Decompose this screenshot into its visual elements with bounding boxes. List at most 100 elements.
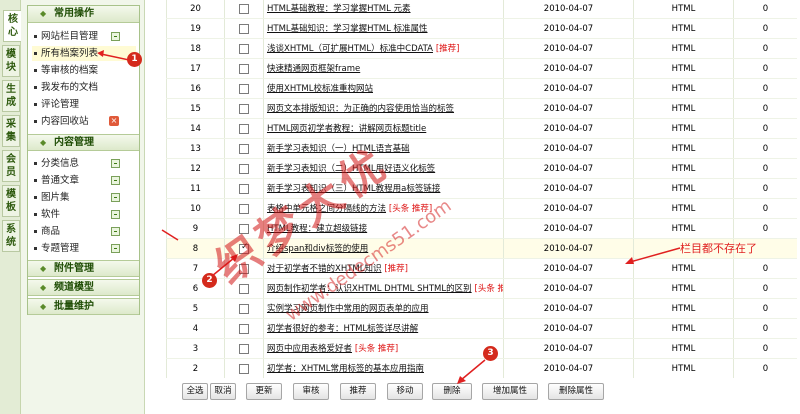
recommend-button[interactable]: 推荐 — [340, 383, 376, 400]
section-header-attachments[interactable]: ◆ 附件管理 — [28, 260, 139, 277]
sidebar-item-category[interactable]: 分类信息 — [32, 156, 136, 171]
row-count: 0 — [733, 119, 797, 140]
section-header-content[interactable]: ◆ 内容管理 — [28, 134, 139, 151]
sidebar-item-software[interactable]: 软件 — [32, 207, 136, 222]
section-header-channel-model[interactable]: ◆ 频道模型 — [28, 279, 139, 296]
row-title-link[interactable]: 浅谈XHTML（可扩展HTML）标准中CDATA — [267, 44, 433, 54]
row-checkbox-cell — [224, 59, 263, 80]
row-id: 10 — [166, 199, 224, 220]
tab-core[interactable]: 核心 — [3, 10, 22, 42]
row-checkbox[interactable] — [239, 64, 249, 74]
chevron-down-icon: ◆ — [40, 264, 47, 273]
row-type: HTML — [633, 79, 733, 100]
row-checkbox[interactable] — [239, 364, 249, 374]
tab-label: 核心 — [8, 14, 18, 38]
row-checkbox[interactable] — [239, 104, 249, 114]
row-checkbox[interactable] — [239, 164, 249, 174]
sidebar-item-topics[interactable]: 专题管理 — [32, 241, 136, 256]
row-title-link[interactable]: HTML基础教程：学习掌握HTML 元素 — [267, 4, 411, 14]
table-row: 3 网页中应用表格爱好者 [头条 推荐] 2010-04-07 HTML 0 — [166, 338, 797, 360]
row-date: 2010-04-07 — [503, 179, 633, 200]
vertical-tab-bar: 核心 模块 生成 采集 会员 模板 系统 — [0, 0, 22, 414]
section-title: 常用操作 — [54, 8, 94, 19]
move-button[interactable]: 移动 — [387, 383, 423, 400]
plus-icon[interactable] — [111, 193, 120, 202]
row-checkbox-cell — [224, 0, 263, 20]
row-checkbox[interactable] — [239, 124, 249, 134]
sidebar-item-images[interactable]: 图片集 — [32, 190, 136, 205]
row-checkbox[interactable] — [239, 24, 249, 34]
plus-icon[interactable] — [111, 159, 120, 168]
add-attribute-button[interactable]: 增加属性 — [482, 383, 538, 400]
row-title-link[interactable]: 使用XHTML校标准重构网站 — [267, 84, 373, 94]
sidebar-item-columns[interactable]: 网站栏目管理 — [32, 29, 136, 44]
row-title-cell: 网页中应用表格爱好者 [头条 推荐] — [263, 339, 503, 360]
sidebar-item-label: 商品 — [41, 226, 61, 237]
review-button[interactable]: 审核 — [293, 383, 329, 400]
row-checkbox[interactable] — [239, 304, 249, 314]
row-title-link[interactable]: 初学者：XHTML常用标签的基本应用指南 — [267, 364, 424, 374]
annotation-note: 栏目都不存在了 — [680, 242, 757, 255]
tab-collect[interactable]: 采集 — [2, 115, 20, 147]
table-row: 5 实例学习网页制作中常用的网页表单的应用 2010-04-07 HTML 0 — [166, 298, 797, 320]
row-count: 0 — [733, 39, 797, 60]
section-header-common[interactable]: ◆ 常用操作 — [28, 6, 139, 23]
update-button[interactable]: 更新 — [246, 383, 282, 400]
sidebar-item-goods[interactable]: 商品 — [32, 224, 136, 239]
tab-member[interactable]: 会员 — [2, 150, 20, 182]
tab-system[interactable]: 系统 — [2, 220, 20, 252]
row-checkbox[interactable] — [239, 44, 249, 54]
tab-module[interactable]: 模块 — [2, 45, 20, 77]
row-type: HTML — [633, 99, 733, 120]
row-title-link[interactable]: HTML网页初学者教程：讲解网页标题title — [267, 124, 426, 134]
row-title-link[interactable]: 网页中应用表格爱好者 — [267, 344, 352, 354]
chevron-down-icon: ◆ — [40, 283, 47, 292]
table-row: 4 初学者很好的参考：HTML标签详尽讲解 2010-04-07 HTML 0 — [166, 318, 797, 340]
row-checkbox[interactable] — [239, 324, 249, 334]
row-title-link[interactable]: 网页制作初学者：认识XHTML DHTML SHTML的区别 — [267, 284, 472, 294]
row-title-cell: 浅谈XHTML（可扩展HTML）标准中CDATA [推荐] — [263, 39, 503, 60]
sidebar-item-comments[interactable]: 评论管理 — [32, 97, 136, 112]
row-checkbox[interactable] — [239, 344, 249, 354]
row-id: 2 — [166, 359, 224, 380]
row-checkbox-cell — [224, 19, 263, 40]
row-checkbox[interactable] — [239, 144, 249, 154]
close-icon[interactable]: × — [109, 116, 119, 126]
row-title-cell: 使用XHTML校标准重构网站 — [263, 79, 503, 100]
row-checkbox[interactable] — [239, 184, 249, 194]
arrow-icon — [457, 359, 486, 384]
section-header-batch[interactable]: ◆ 批量维护 — [28, 298, 139, 315]
plus-icon[interactable] — [111, 244, 120, 253]
row-date: 2010-04-07 — [503, 139, 633, 160]
sidebar-item-article[interactable]: 普通文章 — [32, 173, 136, 188]
tab-template[interactable]: 模板 — [2, 185, 20, 217]
select-all-button[interactable]: 全选 — [182, 383, 208, 400]
section-title: 批量维护 — [54, 301, 94, 312]
delete-attribute-button[interactable]: 删除属性 — [548, 383, 604, 400]
row-count: 0 — [733, 219, 797, 240]
plus-icon[interactable] — [111, 176, 120, 185]
plus-icon[interactable] — [111, 210, 120, 219]
row-title-link[interactable]: 初学者很好的参考：HTML标签详尽讲解 — [267, 324, 418, 334]
row-id: 13 — [166, 139, 224, 160]
sidebar-item-my-docs[interactable]: 我发布的文档 — [32, 80, 136, 95]
row-title-cell: HTML基础教程：学习掌握HTML 元素 — [263, 0, 503, 20]
cancel-button[interactable]: 取消 — [210, 383, 236, 400]
row-checkbox-cell — [224, 159, 263, 180]
row-checkbox[interactable] — [239, 4, 249, 14]
sidebar-item-label: 内容回收站 — [41, 116, 89, 127]
plus-icon[interactable] — [111, 227, 120, 236]
plus-icon[interactable] — [111, 32, 120, 41]
row-checkbox[interactable] — [239, 84, 249, 94]
table-row: 16 使用XHTML校标准重构网站 2010-04-07 HTML 0 — [166, 78, 797, 100]
sidebar-item-pending[interactable]: 等审核的档案 — [32, 63, 136, 78]
row-title-link[interactable]: 网页文本排版知识：为正确的内容使用恰当的标签 — [267, 104, 454, 114]
tab-generate[interactable]: 生成 — [2, 80, 20, 112]
row-title-link[interactable]: HTML基础知识：学习掌握HTML 标准属性 — [267, 24, 428, 34]
row-title-cell: HTML基础知识：学习掌握HTML 标准属性 — [263, 19, 503, 40]
row-title-link[interactable]: 快速精通网页框架frame — [267, 64, 360, 74]
sidebar-item-recycle[interactable]: 内容回收站 × — [32, 114, 136, 129]
section-title: 内容管理 — [54, 137, 94, 148]
row-title-cell: 快速精通网页框架frame — [263, 59, 503, 80]
row-type: HTML — [633, 179, 733, 200]
